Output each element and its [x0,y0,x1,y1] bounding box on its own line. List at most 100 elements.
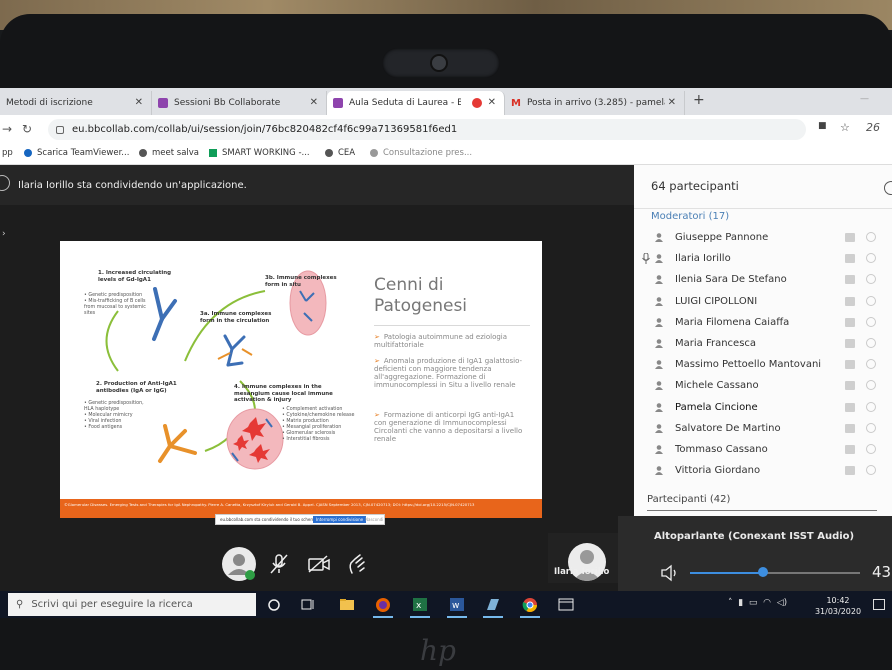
bullet-arrow-icon: ➢ [374,411,380,419]
participant-name: Ilaria Iorillo [675,253,731,265]
camera-indicator-icon[interactable]: ■ [818,121,827,131]
participant-row[interactable]: Giuseppe Pannone [634,227,892,248]
chat-icon[interactable] [845,402,855,412]
notes-app-icon[interactable] [483,597,503,618]
more-options-icon[interactable] [884,181,892,195]
volume-slider-handle[interactable] [758,567,769,577]
firefox-icon[interactable] [373,597,393,618]
status-icon[interactable] [866,232,876,242]
close-icon[interactable]: ✕ [668,97,676,108]
cortana-icon[interactable] [266,597,282,612]
microphone-button[interactable] [262,547,296,581]
status-icon[interactable] [866,295,876,306]
participant-row[interactable]: Maria Francesca [634,333,892,354]
chat-icon[interactable] [845,423,855,433]
status-icon[interactable] [866,274,876,285]
bookmark-consultazione[interactable]: Consultazione pres... [370,148,472,158]
stop-sharing-button[interactable]: Interrompi condivisione [313,516,367,523]
chat-icon[interactable] [845,296,855,306]
minimize-icon[interactable]: — [860,94,869,104]
chrome-icon[interactable] [520,597,540,618]
chat-icon[interactable] [845,254,855,264]
chat-icon[interactable] [845,445,855,454]
file-explorer-icon[interactable] [339,597,355,612]
participant-name: Ilenia Sara De Stefano [675,274,787,286]
status-icon[interactable] [866,253,876,264]
participant-row[interactable]: Ilaria Iorillo [634,248,892,269]
bookmark-smart-working[interactable]: SMART WORKING -... [209,148,310,158]
terminal-window-icon[interactable] [558,597,574,612]
bookmark-label: Consultazione pres... [383,148,473,158]
globe-icon [370,149,378,157]
close-icon[interactable]: ✕ [488,97,496,108]
bookmark-apps[interactable]: pp [2,148,13,158]
excel-icon[interactable]: x [410,597,430,618]
task-view-icon[interactable] [300,597,316,612]
new-tab-icon[interactable]: + [693,92,705,108]
close-icon[interactable]: ✕ [135,97,143,108]
notification-icon[interactable] [873,599,885,610]
person-icon [655,466,663,476]
status-icon[interactable] [866,422,876,433]
participants-divider [647,510,877,511]
participant-row[interactable]: Pamela Cincione [634,397,892,418]
chat-icon[interactable] [845,275,855,285]
moderators-header[interactable]: Moderatori (17) [651,211,729,222]
status-icon[interactable] [866,380,876,391]
chat-icon[interactable] [845,360,855,370]
figure-step1: 1. Increased circulating levels of Gd-Ig… [98,270,172,283]
tab-sessioni-bb[interactable]: Sessioni Bb Collaborate ✕ [152,91,327,115]
profile-badge[interactable]: 26 [866,121,880,134]
chat-icon[interactable] [845,339,855,348]
bookmark-teamviewer[interactable]: Scarica TeamViewer... [24,148,129,158]
status-icon[interactable] [866,444,876,454]
slide-title: Cenni di Patogenesi [374,275,468,316]
star-icon[interactable]: ☆ [840,121,850,134]
volume-slider[interactable] [690,567,860,577]
tab-metodi-iscrizione[interactable]: Metodi di iscrizione ✕ [0,91,152,115]
status-icon[interactable] [866,338,876,348]
chat-icon[interactable] [845,466,855,476]
person-icon [655,423,663,433]
participants-header[interactable]: Partecipanti (42) [647,494,730,505]
chevron-right-icon[interactable]: › [2,229,6,239]
figure-step2-notes: • Genetic predisposition, HLA haplotype … [84,401,144,430]
camera-button[interactable] [302,547,336,581]
reload-icon[interactable]: ↻ [22,122,32,136]
presenter-tile[interactable]: Ilaria Iorillo [548,533,628,583]
close-icon[interactable]: ✕ [310,97,318,108]
person-icon [655,296,663,306]
chat-icon[interactable] [845,233,855,242]
tab-posta[interactable]: M Posta in arrivo (3.285) - pamela. ✕ [505,91,685,115]
hide-banner-button[interactable]: Nascondi [365,517,383,522]
tab-aula-seduta[interactable]: Aula Seduta di Laurea - Bb ✕ [327,91,505,115]
status-icon[interactable] [866,401,876,412]
participant-name: Pamela Cincione [675,401,758,413]
participant-row[interactable]: Michele Cassano [634,375,892,396]
participant-row[interactable]: Salvatore De Martino [634,418,892,439]
back-icon[interactable]: → [2,122,12,136]
address-bar-row: → ↻ eu.bbcollab.com/collab/ui/session/jo… [0,115,892,144]
participant-row[interactable]: Massimo Pettoello Mantovani [634,354,892,375]
word-icon[interactable]: w [447,597,467,618]
system-tray[interactable]: ˄ ▮ ▭ ◠ ◁) [728,598,787,608]
participant-row[interactable]: Ilenia Sara De Stefano [634,269,892,290]
speaker-icon[interactable] [660,564,680,582]
chat-icon[interactable] [845,317,855,327]
chat-icon[interactable] [845,381,855,391]
person-icon [655,402,663,412]
taskbar-clock[interactable]: 10:42 31/03/2020 [812,595,864,617]
url-field[interactable]: eu.bbcollab.com/collab/ui/session/join/7… [48,119,806,140]
my-avatar[interactable] [222,547,256,581]
status-icon[interactable] [866,465,876,476]
participant-row[interactable]: Vittoria Giordano [634,460,892,481]
share-content-button[interactable] [340,547,374,581]
bookmark-meet[interactable]: meet salva [139,148,199,158]
participant-row[interactable]: Tommaso Cassano [634,439,892,460]
participant-row[interactable]: Maria Filomena Caiaffa [634,312,892,333]
participant-row[interactable]: LUIGI CIPOLLONI [634,291,892,312]
bookmark-cea[interactable]: CEA [325,148,355,158]
status-icon[interactable] [866,316,876,327]
status-icon[interactable] [866,359,876,370]
taskbar-search[interactable]: ⚲ Scrivi qui per eseguire la ricerca [8,593,256,616]
